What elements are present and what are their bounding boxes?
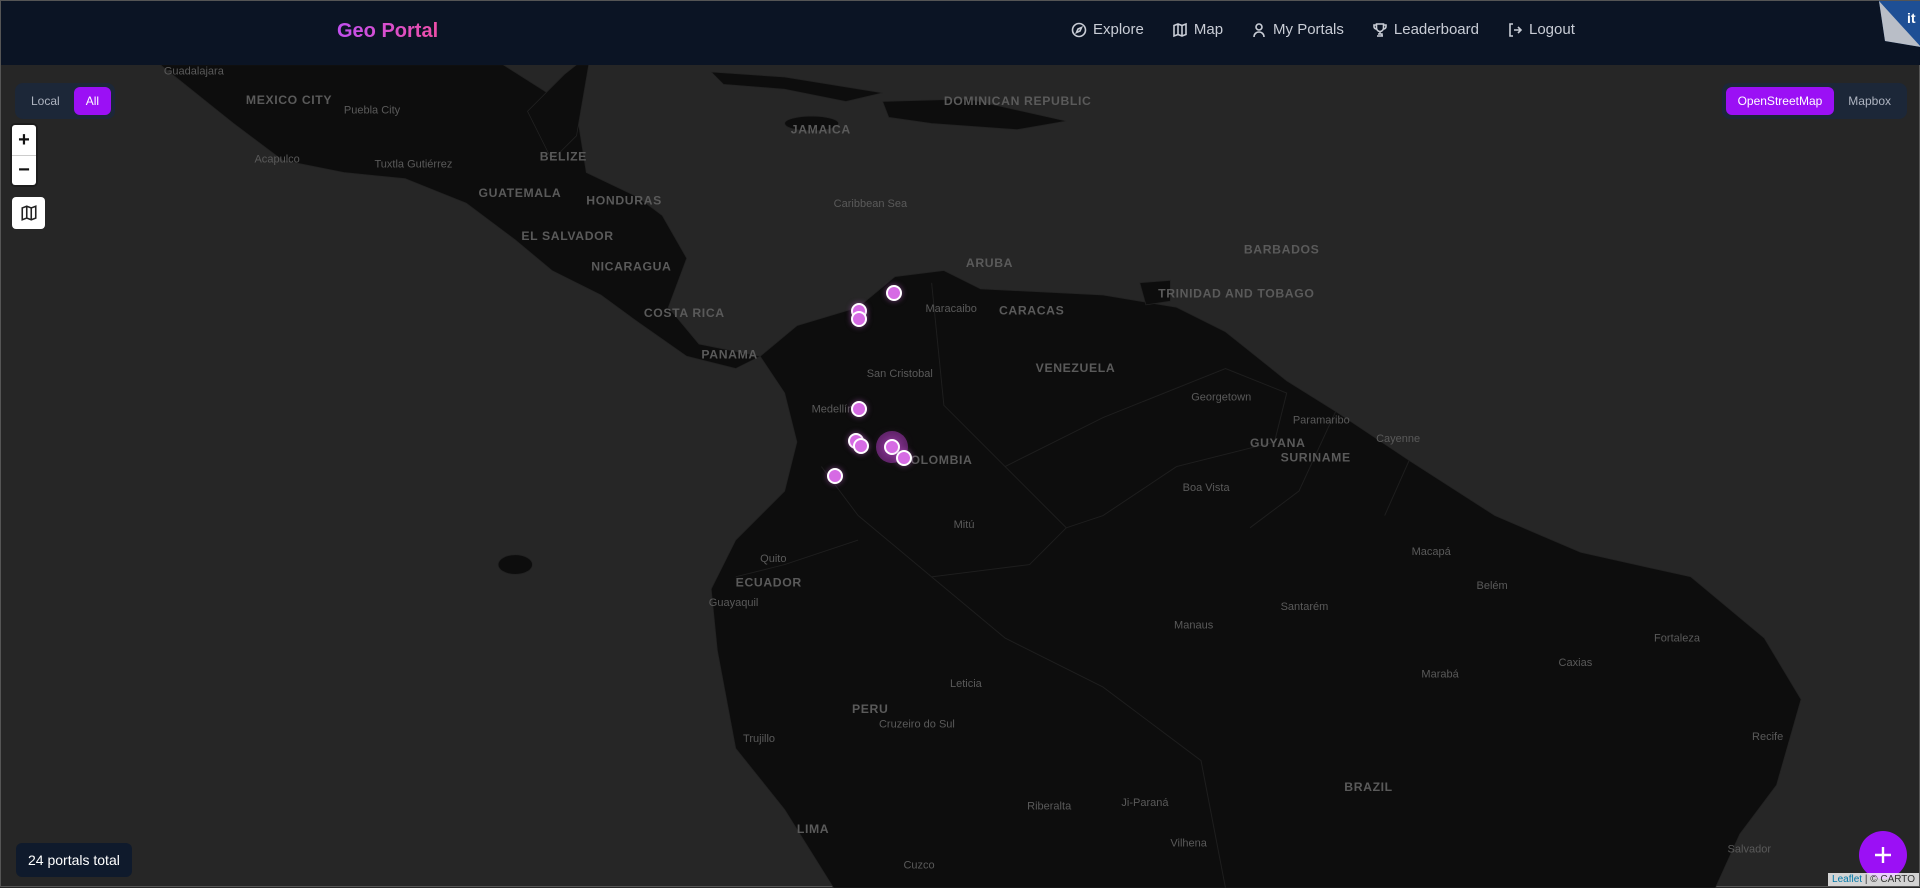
nav-logout[interactable]: Logout bbox=[1507, 21, 1575, 38]
map-label-vilhena: Vilhena bbox=[1170, 837, 1207, 849]
add-portal-button[interactable] bbox=[1859, 831, 1907, 879]
page-curl-badge: it bbox=[1879, 1, 1920, 47]
map-label-brazil: BRAZIL bbox=[1344, 780, 1393, 794]
zoom-out-button[interactable]: − bbox=[12, 155, 36, 185]
map-label-georgetown: Georgetown bbox=[1191, 391, 1251, 403]
nav-label: Leaderboard bbox=[1393, 21, 1479, 38]
map-icon bbox=[1173, 22, 1187, 37]
basemap-toggle: OpenStreetMap Mapbox bbox=[1721, 83, 1907, 119]
main-nav: Explore Map My Portals Leaderboard Logou… bbox=[1071, 21, 1575, 38]
compass-icon bbox=[1071, 22, 1087, 37]
scope-toggle: Local All bbox=[15, 83, 116, 119]
map-attribution: Leaflet | © CARTO bbox=[1828, 873, 1919, 886]
basemap-mapbox-button[interactable]: Mapbox bbox=[1836, 87, 1903, 115]
map-label-tuxtla: Tuxtla Gutiérrez bbox=[374, 159, 452, 171]
portal-marker[interactable] bbox=[827, 468, 843, 484]
portal-marker[interactable] bbox=[886, 285, 902, 301]
portal-marker[interactable] bbox=[853, 438, 869, 454]
map-label-quito: Quito bbox=[760, 553, 786, 565]
nav-label: Map bbox=[1193, 21, 1224, 38]
map-label-macapa: Macapá bbox=[1412, 546, 1452, 558]
map-label-suriname: SURINAME bbox=[1281, 451, 1351, 465]
map-label-medellin: Medellín bbox=[812, 404, 854, 416]
map-label-ecuador: ECUADOR bbox=[736, 576, 802, 590]
map-label-cruzeiro: Cruzeiro do Sul bbox=[879, 719, 955, 731]
portal-marker[interactable] bbox=[896, 450, 912, 466]
map-label-el-salvador: EL SALVADOR bbox=[521, 229, 613, 243]
nav-label: My Portals bbox=[1273, 21, 1344, 38]
map-label-maraba: Marabá bbox=[1421, 668, 1459, 680]
map-label-mexico-city: MEXICO CITY bbox=[246, 93, 332, 107]
map-label-recife: Recife bbox=[1752, 731, 1783, 743]
scope-all-button[interactable]: All bbox=[73, 87, 112, 115]
map-label-caribbean: Caribbean Sea bbox=[834, 198, 908, 210]
portals-count: 24 portals total bbox=[16, 843, 132, 877]
map-label-belem: Belém bbox=[1477, 580, 1508, 592]
map-label-barbados: BARBADOS bbox=[1244, 242, 1320, 256]
trophy-icon bbox=[1373, 22, 1387, 37]
map-label-trujillo: Trujillo bbox=[743, 733, 775, 745]
map-label-cayenne: Cayenne bbox=[1376, 433, 1420, 445]
nav-explore[interactable]: Explore bbox=[1071, 21, 1144, 38]
map-label-venezuela: VENEZUELA bbox=[1036, 361, 1116, 375]
map-label-cuzco: Cuzco bbox=[903, 859, 934, 871]
portal-marker[interactable] bbox=[851, 311, 867, 327]
nav-label: Explore bbox=[1093, 21, 1144, 38]
map-label-caxias: Caxias bbox=[1559, 657, 1593, 669]
svg-text:it: it bbox=[1907, 10, 1916, 26]
scope-local-button[interactable]: Local bbox=[19, 87, 72, 115]
map-label-san-cristobal: San Cristobal bbox=[867, 368, 933, 380]
map-label-lima: LIMA bbox=[797, 822, 829, 836]
map-label-guyana: GUYANA bbox=[1250, 436, 1306, 450]
map-label-panama: PANAMA bbox=[701, 348, 757, 362]
map-label-trinidad: TRINIDAD AND TOBAGO bbox=[1158, 286, 1314, 300]
map-label-paramaribo: Paramaribo bbox=[1293, 415, 1350, 427]
map-label-acapulco: Acapulco bbox=[254, 154, 299, 166]
map-label-guadalajara: Guadalajara bbox=[164, 66, 225, 78]
map-label-puebla: Puebla City bbox=[344, 105, 401, 117]
nav-label: Logout bbox=[1528, 21, 1575, 38]
map-label-costa-rica: COSTA RICA bbox=[644, 306, 725, 320]
map-icon bbox=[20, 205, 37, 221]
map-canvas[interactable]: MEXICO CITY Puebla City Guadalajara Acapulc… bbox=[1, 64, 1920, 888]
map-label-riberalta: Riberalta bbox=[1027, 801, 1072, 813]
map-label-guatemala: GUATEMALA bbox=[479, 186, 562, 200]
map-label-boa-vista: Boa Vista bbox=[1183, 482, 1231, 494]
map-label-belize: BELIZE bbox=[540, 149, 587, 163]
map-label-guayaquil: Guayaquil bbox=[709, 597, 759, 609]
map-label-manaus: Manaus bbox=[1174, 619, 1214, 631]
user-icon bbox=[1253, 22, 1265, 37]
map-label-caracas: CARACAS bbox=[999, 304, 1064, 318]
nav-map[interactable]: Map bbox=[1172, 21, 1223, 38]
carto-credit: | © CARTO bbox=[1864, 874, 1915, 885]
brand-logo[interactable]: Geo Portal bbox=[337, 20, 438, 43]
zoom-in-button[interactable]: + bbox=[12, 125, 36, 155]
basemap-tiles: MEXICO CITY Puebla City Guadalajara Acapulc… bbox=[159, 64, 1802, 888]
map-label-maracaibo: Maracaibo bbox=[925, 303, 976, 315]
map-label-fortaleza: Fortaleza bbox=[1654, 633, 1701, 645]
map-label-nicaragua: NICARAGUA bbox=[591, 260, 671, 274]
map-label-mitu: Mitú bbox=[954, 519, 975, 531]
map-label-aruba: ARUBA bbox=[966, 256, 1013, 270]
map-label-dominican: DOMINICAN REPUBLIC bbox=[944, 94, 1092, 108]
nav-my-portals[interactable]: My Portals bbox=[1251, 21, 1344, 38]
basemap-osm-button[interactable]: OpenStreetMap bbox=[1725, 87, 1835, 115]
top-navbar: Geo Portal Explore Map My Portals Leader… bbox=[1, 1, 1920, 65]
map-label-leticia: Leticia bbox=[950, 678, 983, 690]
leaflet-link[interactable]: Leaflet bbox=[1832, 874, 1862, 885]
plus-icon bbox=[1875, 847, 1891, 863]
map-label-jiparana: Ji-Paraná bbox=[1121, 797, 1169, 809]
map-label-santarem: Santarém bbox=[1281, 601, 1329, 613]
map-label-jamaica: JAMAICA bbox=[791, 122, 851, 136]
nav-leaderboard[interactable]: Leaderboard bbox=[1372, 21, 1479, 38]
layers-button[interactable] bbox=[12, 197, 45, 229]
map-label-peru: PERU bbox=[852, 702, 888, 716]
logout-icon bbox=[1509, 22, 1523, 37]
map-label-salvador: Salvador bbox=[1728, 843, 1772, 855]
portal-marker[interactable] bbox=[851, 401, 867, 417]
map-label-honduras: HONDURAS bbox=[586, 193, 662, 207]
zoom-control: + − bbox=[12, 125, 36, 185]
